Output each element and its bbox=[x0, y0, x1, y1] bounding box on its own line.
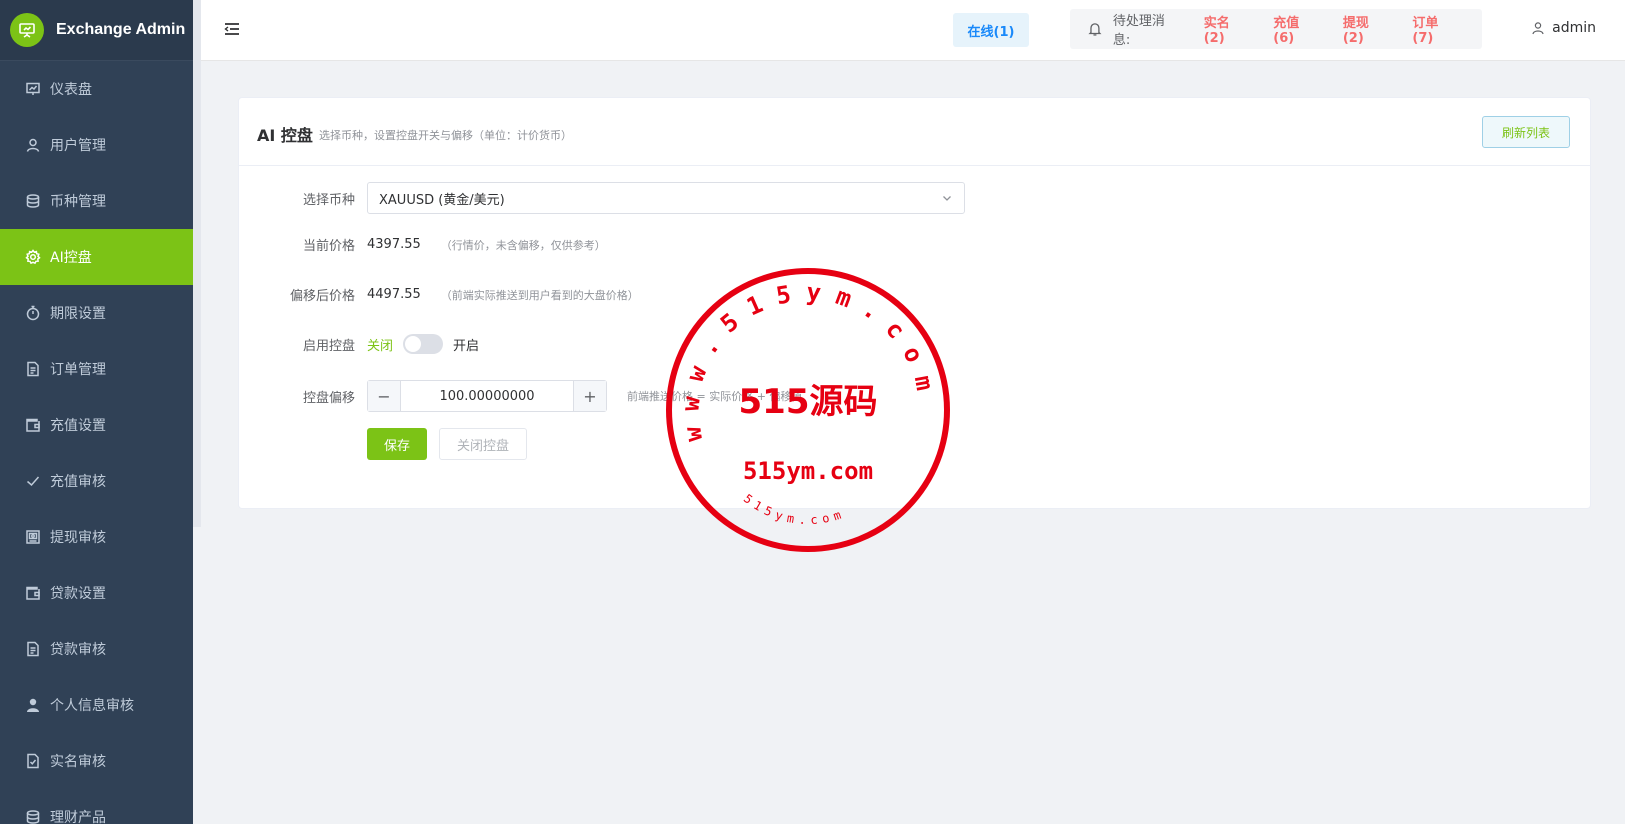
menu-toggle-icon[interactable] bbox=[223, 20, 241, 38]
notice-realname-link[interactable]: 实名(2) bbox=[1204, 12, 1251, 46]
app-title: Exchange Admin bbox=[56, 21, 186, 38]
current-price-hint: （行情价，未含偏移，仅供参考） bbox=[440, 238, 606, 252]
sidebar-item-orders[interactable]: 订单管理 bbox=[0, 341, 193, 397]
current-price-value: 4397.55 bbox=[367, 237, 421, 252]
sidebar-item-users[interactable]: 用户管理 bbox=[0, 117, 193, 173]
sidebar-item-currencies[interactable]: 币种管理 bbox=[0, 173, 193, 229]
page-subtitle: 选择币种，设置控盘开关与偏移（单位：计价货币） bbox=[319, 129, 572, 142]
top-header: 在线(1) 待处理消息: 实名(2) 充值(6) 提现(2) 订单(7) adm… bbox=[201, 0, 1625, 61]
current-price-label: 当前价格 bbox=[302, 239, 355, 254]
database-icon bbox=[25, 809, 41, 824]
ai-control-card: AI 控盘 选择币种，设置控盘开关与偏移（单位：计价货币） 刷新列表 选择币种 … bbox=[238, 97, 1591, 509]
cash-icon bbox=[25, 529, 41, 545]
sidebar-item-label: 实名审核 bbox=[50, 754, 106, 770]
notice-withdraw-link[interactable]: 提现(2) bbox=[1343, 12, 1390, 46]
logo[interactable]: Exchange Admin bbox=[0, 0, 193, 61]
person-icon bbox=[25, 697, 41, 713]
sidebar-item-label: 期限设置 bbox=[50, 306, 106, 322]
check-icon bbox=[25, 473, 41, 489]
close-control-button[interactable]: 关闭控盘 bbox=[439, 428, 527, 460]
sidebar-item-wealth-products[interactable]: 理财产品 bbox=[0, 789, 193, 824]
sidebar-item-label: 充值设置 bbox=[50, 418, 106, 434]
user-icon bbox=[1532, 22, 1544, 35]
database-icon bbox=[25, 193, 41, 209]
offset-price-label: 偏移后价格 bbox=[289, 289, 355, 304]
sidebar-item-label: 币种管理 bbox=[50, 194, 106, 210]
chart-icon bbox=[25, 81, 41, 97]
decrement-button[interactable]: − bbox=[368, 381, 401, 411]
switch-off-label: 关闭 bbox=[367, 338, 394, 354]
gear-icon bbox=[25, 249, 41, 265]
presentation-icon bbox=[10, 13, 44, 47]
enable-toggle[interactable] bbox=[403, 334, 444, 354]
sidebar-item-term-settings[interactable]: 期限设置 bbox=[0, 285, 193, 341]
offset-stepper: − + bbox=[367, 380, 607, 412]
online-status-button[interactable]: 在线(1) bbox=[953, 13, 1029, 47]
sidebar-item-deposit-review[interactable]: 充值审核 bbox=[0, 453, 193, 509]
offset-input[interactable] bbox=[401, 381, 573, 411]
user-icon bbox=[25, 137, 41, 153]
sidebar-item-label: 用户管理 bbox=[50, 138, 106, 154]
document-icon bbox=[25, 361, 41, 377]
document-check-icon bbox=[25, 753, 41, 769]
sidebar-item-loan-review[interactable]: 贷款审核 bbox=[0, 621, 193, 677]
document-icon bbox=[25, 641, 41, 657]
offset-label: 控盘偏移 bbox=[302, 390, 355, 406]
enable-label: 启用控盘 bbox=[302, 338, 355, 354]
sidebar-item-dashboard[interactable]: 仪表盘 bbox=[0, 61, 193, 117]
sidebar-item-label: AI控盘 bbox=[50, 250, 92, 266]
currency-label: 选择币种 bbox=[302, 192, 355, 208]
username: admin bbox=[1552, 20, 1596, 36]
notice-deposit-link[interactable]: 充值(6) bbox=[1273, 12, 1320, 46]
bell-icon bbox=[1088, 23, 1102, 36]
offset-price-hint: （前端实际推送到用户看到的大盘价格） bbox=[440, 288, 639, 302]
wallet-icon bbox=[25, 417, 41, 433]
increment-button[interactable]: + bbox=[573, 381, 606, 411]
offset-price-value: 4497.55 bbox=[367, 287, 421, 302]
sidebar-item-ai-control[interactable]: AI控盘 bbox=[0, 229, 193, 285]
sidebar-item-loan-settings[interactable]: 贷款设置 bbox=[0, 565, 193, 621]
card-header: AI 控盘 选择币种，设置控盘开关与偏移（单位：计价货币） 刷新列表 bbox=[239, 98, 1590, 166]
currency-selected-value: XAUUSD (黄金/美元) bbox=[379, 192, 505, 208]
sidebar: Exchange Admin 仪表盘 用户管理 币种管理 AI控盘 期限设置 订… bbox=[0, 0, 193, 824]
stopwatch-icon bbox=[25, 305, 41, 321]
sidebar-item-label: 仪表盘 bbox=[50, 82, 92, 98]
current-price-row: 当前价格 4397.55 （行情价，未含偏移，仅供参考） bbox=[239, 235, 606, 254]
sidebar-scrollbar[interactable] bbox=[193, 0, 201, 527]
pending-notices-bar: 待处理消息: 实名(2) 充值(6) 提现(2) 订单(7) bbox=[1070, 9, 1482, 49]
switch-on-label: 开启 bbox=[453, 338, 480, 354]
currency-row: 选择币种 XAUUSD (黄金/美元) bbox=[239, 182, 965, 214]
sidebar-item-label: 个人信息审核 bbox=[50, 698, 134, 714]
enable-row: 启用控盘 关闭 开启 bbox=[239, 334, 479, 354]
sidebar-item-label: 理财产品 bbox=[50, 810, 106, 824]
sidebar-item-label: 订单管理 bbox=[50, 362, 106, 378]
sidebar-menu: 仪表盘 用户管理 币种管理 AI控盘 期限设置 订单管理 充值设置 充值审核 提… bbox=[0, 61, 193, 824]
chevron-down-icon bbox=[943, 196, 951, 201]
sidebar-item-withdraw-review[interactable]: 提现审核 bbox=[0, 509, 193, 565]
offset-hint: 前端推送价格 = 实际价格 + 偏移值 bbox=[627, 390, 803, 403]
user-menu[interactable]: admin bbox=[1531, 20, 1596, 36]
sidebar-item-label: 贷款设置 bbox=[50, 586, 106, 602]
page-title: AI 控盘 bbox=[257, 126, 313, 145]
save-button[interactable]: 保存 bbox=[367, 428, 427, 460]
wallet-icon bbox=[25, 585, 41, 601]
sidebar-item-label: 充值审核 bbox=[50, 474, 106, 490]
sidebar-item-realname-review[interactable]: 实名审核 bbox=[0, 733, 193, 789]
notice-label: 待处理消息: bbox=[1112, 14, 1165, 48]
sidebar-item-profile-review[interactable]: 个人信息审核 bbox=[0, 677, 193, 733]
sidebar-item-deposit-settings[interactable]: 充值设置 bbox=[0, 397, 193, 453]
sidebar-item-label: 提现审核 bbox=[50, 530, 106, 546]
sidebar-item-label: 贷款审核 bbox=[50, 642, 106, 658]
offset-row: 控盘偏移 − + 前端推送价格 = 实际价格 + 偏移值 bbox=[239, 380, 802, 412]
refresh-list-button[interactable]: 刷新列表 bbox=[1482, 116, 1570, 148]
offset-price-row: 偏移后价格 4497.55 （前端实际推送到用户看到的大盘价格） bbox=[239, 285, 639, 304]
currency-select[interactable]: XAUUSD (黄金/美元) bbox=[367, 182, 965, 214]
notice-order-link[interactable]: 订单(7) bbox=[1412, 12, 1459, 46]
action-row: 保存 关闭控盘 bbox=[367, 428, 527, 460]
